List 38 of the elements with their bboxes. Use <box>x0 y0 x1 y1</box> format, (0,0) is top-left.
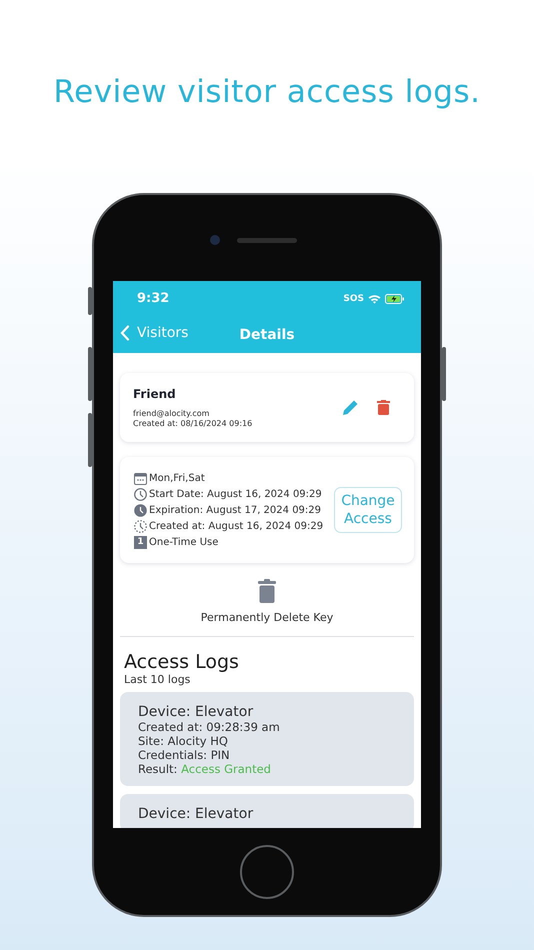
access-detail: One-Time Use <box>149 536 218 548</box>
headline: Review visitor access logs. <box>54 74 480 112</box>
delete-key-button[interactable]: Permanently Delete Key <box>120 579 414 624</box>
log-created: Created at: 09:28:39 am <box>138 720 281 734</box>
change-access-button[interactable]: Change Access <box>334 487 402 533</box>
section-title: Access Logs <box>124 651 240 673</box>
visitor-email: friend@alocity.com <box>133 408 210 418</box>
home-button[interactable] <box>240 844 294 898</box>
log-credentials: Credentials: PIN <box>138 748 231 762</box>
visitor-created: Created at: 08/16/2024 09:16 <box>133 418 254 428</box>
clock-icon <box>134 504 147 516</box>
access-detail: Start Date: August 16, 2024 09:29 <box>149 488 322 500</box>
access-detail: Expiration: August 17, 2024 09:29 <box>149 504 322 516</box>
log-device: Device: Elevator <box>138 806 254 822</box>
edit-button[interactable] <box>342 399 359 416</box>
number-icon: 1 <box>134 536 147 548</box>
access-detail: Created at: August 16, 2024 09:29 <box>149 520 324 532</box>
clock-icon <box>134 488 147 500</box>
trash-icon <box>377 400 390 415</box>
chevron-left-icon <box>120 325 130 341</box>
sos-label: SOS <box>343 294 364 304</box>
status-time: 9:32 <box>137 291 170 306</box>
log-site: Site: Alocity HQ <box>138 734 229 748</box>
speaker-grille <box>237 238 297 243</box>
camera-icon <box>210 235 220 245</box>
log-result: Result: Access Granted <box>138 762 272 776</box>
log-device: Device: Elevator <box>138 704 254 720</box>
nav-title: Details <box>239 326 295 342</box>
delete-button[interactable] <box>377 400 390 415</box>
calendar-icon <box>134 472 147 484</box>
wifi-icon <box>368 294 381 304</box>
back-button[interactable]: Visitors <box>120 325 188 341</box>
section-subtitle: Last 10 logs <box>124 673 192 686</box>
pencil-icon <box>342 399 359 416</box>
dashed-clock-icon <box>134 520 147 532</box>
trash-icon <box>258 579 276 603</box>
visitor-name: Friend <box>133 386 177 400</box>
access-detail: Mon,Fri,Sat <box>149 472 205 484</box>
